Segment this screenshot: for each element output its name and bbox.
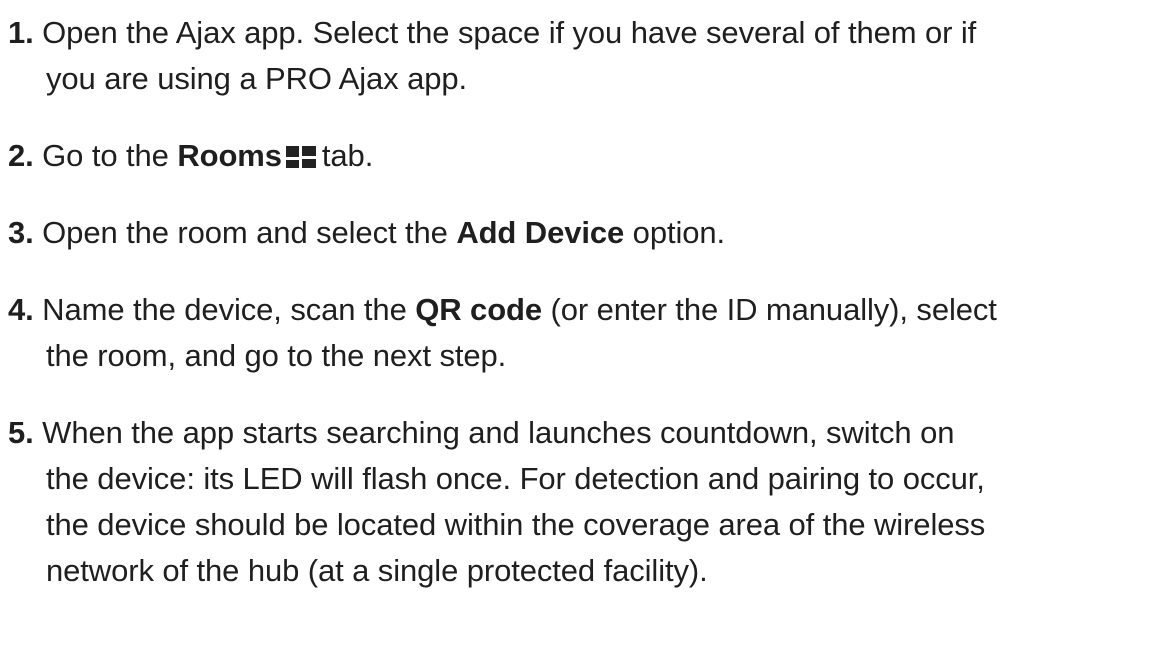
step-number: 4. <box>8 292 34 327</box>
step-text: Go to the <box>42 138 169 173</box>
step-3: 3. Open the room and select the Add Devi… <box>8 210 1138 256</box>
step-2: 2. Go to the Rooms tab. <box>8 133 1138 179</box>
instruction-steps: 1. Open the Ajax app. Select the space i… <box>0 0 1154 662</box>
step-text: Name the device, scan the <box>42 292 407 327</box>
step-number: 5. <box>8 415 34 450</box>
step-1: 1. Open the Ajax app. Select the space i… <box>8 10 1138 102</box>
step-text-continued: the room, and go to the next step. <box>46 338 507 373</box>
step-text-continued: you are using a PRO Ajax app. <box>46 61 468 96</box>
add-device-label: Add Device <box>456 215 625 250</box>
step-text: When the app starts searching and launch… <box>42 415 955 450</box>
step-5: 5. When the app starts searching and lau… <box>8 410 1138 594</box>
step-text-end: option. <box>632 215 726 250</box>
rooms-tab-label: Rooms <box>177 138 282 173</box>
step-text-end: (or enter the ID manually), select <box>550 292 997 327</box>
qr-code-label: QR code <box>415 292 543 327</box>
step-text-continued: the device: its LED will flash once. For… <box>46 461 985 496</box>
step-text-continued: network of the hub (at a single protecte… <box>46 553 708 588</box>
step-text-continued: the device should be located within the … <box>46 507 986 542</box>
step-text: Open the room and select the <box>42 215 448 250</box>
step-4: 4. Name the device, scan the QR code (or… <box>8 287 1138 379</box>
step-number: 3. <box>8 215 34 250</box>
step-number: 1. <box>8 15 34 50</box>
rooms-icon <box>285 146 316 168</box>
step-text-end: tab. <box>321 138 374 173</box>
step-number: 2. <box>8 138 34 173</box>
step-text: Open the Ajax app. Select the space if y… <box>42 15 977 50</box>
